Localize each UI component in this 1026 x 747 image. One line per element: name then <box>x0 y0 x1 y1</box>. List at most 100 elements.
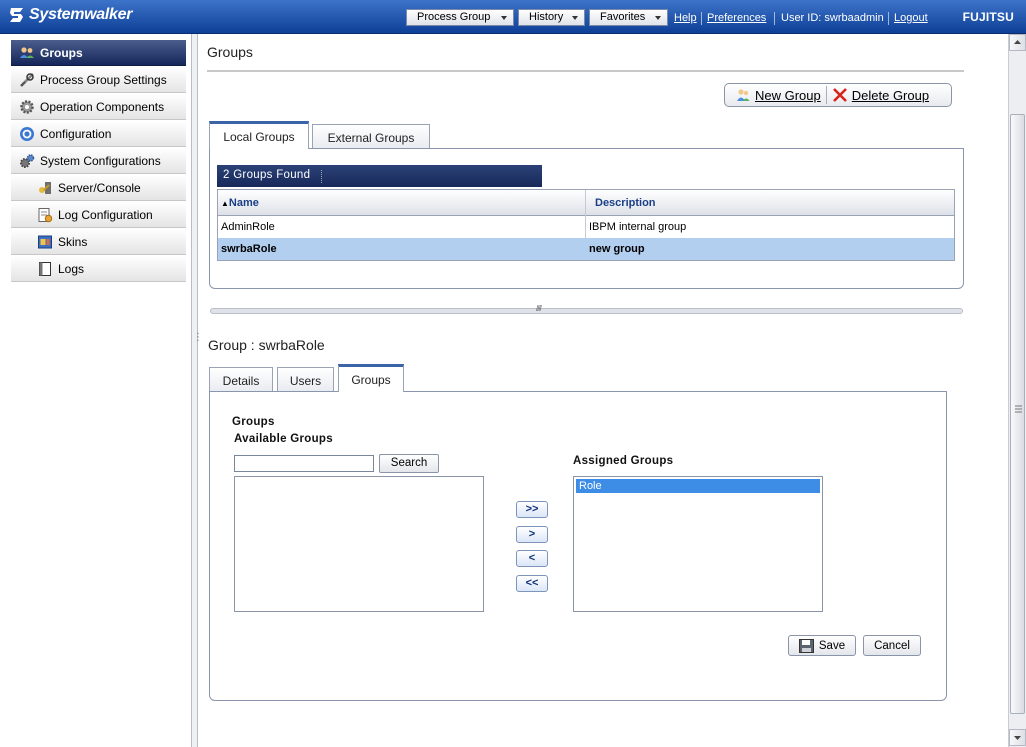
log-config-icon <box>37 207 53 223</box>
app-logo[interactable]: Systemwalker <box>8 6 132 24</box>
groups-table: ▲Name Description AdminRole IBPM interna… <box>217 189 955 261</box>
header-separator <box>888 12 889 25</box>
groups-found-bar: 2 Groups Found <box>217 165 542 187</box>
tab-label: Groups <box>351 372 391 387</box>
logs-book-icon <box>37 261 53 277</box>
history-menu[interactable]: History <box>518 9 585 26</box>
list-item[interactable]: Role <box>576 479 820 493</box>
move-all-left-button[interactable]: << <box>516 575 548 592</box>
assigned-groups-list[interactable]: Role <box>573 476 823 612</box>
preferences-link[interactable]: Preferences <box>707 12 766 24</box>
tab-label: Local Groups <box>223 129 295 144</box>
splitter-grip-icon: //// <box>536 304 542 313</box>
column-header-description[interactable]: Description <box>595 197 656 209</box>
help-link[interactable]: Help <box>674 12 697 24</box>
tab-external-groups[interactable]: External Groups <box>312 124 430 151</box>
horizontal-splitter[interactable]: //// <box>210 304 963 314</box>
groups-section-label: Groups <box>232 416 275 428</box>
scroll-down-arrow-icon[interactable] <box>1009 729 1026 746</box>
fujitsu-brand: FUJITSU <box>962 10 1014 24</box>
table-header: ▲Name Description <box>218 190 954 216</box>
skins-icon <box>37 234 53 250</box>
sidebar-item-label: Server/Console <box>58 180 141 195</box>
process-group-menu[interactable]: Process Group <box>406 9 514 26</box>
tab-local-groups[interactable]: Local Groups <box>209 121 309 149</box>
process-group-menu-label: Process Group <box>417 11 491 23</box>
sidebar-splitter[interactable] <box>191 34 198 747</box>
splitter-grip-icon: ⋮ <box>193 332 203 343</box>
sidebar-item-groups[interactable]: Groups <box>11 40 186 66</box>
app-header: Systemwalker Process Group History Favor… <box>0 0 1026 34</box>
table-row[interactable]: AdminRole IBPM internal group <box>218 216 954 238</box>
search-button[interactable]: Search <box>379 454 439 473</box>
cell-name: swrbaRole <box>221 243 277 255</box>
available-groups-list[interactable] <box>234 476 484 612</box>
new-group-button[interactable]: New Group <box>725 87 821 103</box>
sidebar-item-label: Operation Components <box>40 99 165 114</box>
cancel-button[interactable]: Cancel <box>863 635 921 656</box>
sidebar-item-label: Skins <box>58 234 88 249</box>
header-separator <box>701 12 702 25</box>
sidebar-item-label: System Configurations <box>40 153 161 168</box>
gear-icon <box>19 99 35 115</box>
move-right-button[interactable]: > <box>516 526 548 543</box>
tab-details[interactable]: Details <box>209 367 273 394</box>
sidebar-item-log-configuration[interactable]: Log Configuration <box>11 202 186 228</box>
app-name: Systemwalker <box>29 6 133 23</box>
cell-description: IBPM internal group <box>589 221 687 233</box>
users-icon <box>19 45 35 61</box>
systemwalker-logo-icon <box>10 8 23 22</box>
delete-group-button[interactable]: Delete Group <box>827 87 929 103</box>
delete-group-label: Delete Group <box>851 87 930 103</box>
sidebar-item-label: Logs <box>58 261 85 276</box>
tools-icon <box>19 72 35 88</box>
delete-x-icon <box>832 88 847 102</box>
page-title: Groups <box>207 44 253 60</box>
tab-users[interactable]: Users <box>277 367 334 394</box>
column-header-name-label: Name <box>228 197 259 209</box>
save-button[interactable]: Save <box>788 635 856 656</box>
sidebar-item-label: Configuration <box>40 126 112 141</box>
column-header-name[interactable]: ▲Name <box>221 197 259 209</box>
group-detail-title: Group : swrbaRole <box>208 337 325 353</box>
sidebar-item-label: Log Configuration <box>58 207 153 222</box>
group-search-input[interactable] <box>234 455 374 472</box>
move-all-right-button[interactable]: >> <box>516 501 548 518</box>
sidebar-item-server-console[interactable]: Server/Console <box>11 175 186 201</box>
server-key-icon <box>37 180 53 196</box>
vertical-scrollbar[interactable] <box>1008 34 1026 747</box>
favorites-menu[interactable]: Favorites <box>589 9 668 26</box>
tab-label: Details <box>222 374 260 388</box>
cell-description: new group <box>589 243 645 255</box>
sidebar-item-label: Process Group Settings <box>40 72 167 87</box>
config-icon <box>19 126 35 142</box>
sidebar-item-process-group-settings[interactable]: Process Group Settings <box>11 67 186 93</box>
title-divider <box>207 70 964 72</box>
sidebar-item-label: Groups <box>40 45 83 60</box>
group-actions: New Group Delete Group <box>724 83 952 107</box>
sidebar-item-logs[interactable]: Logs <box>11 256 186 282</box>
sort-ascending-icon: ▲ <box>221 199 229 208</box>
new-group-icon <box>737 89 750 101</box>
sidebar-item-skins[interactable]: Skins <box>11 229 186 255</box>
sidebar-item-system-configurations[interactable]: System Configurations <box>11 148 186 174</box>
user-id-label: User ID: swrbaadmin <box>781 12 884 24</box>
available-groups-label: Available Groups <box>234 433 333 445</box>
logout-link[interactable]: Logout <box>894 12 928 24</box>
sidebar-item-configuration[interactable]: Configuration <box>11 121 186 147</box>
scrollbar-thumb[interactable] <box>1010 114 1025 714</box>
table-row-selected[interactable]: swrbaRole new group <box>218 238 954 260</box>
favorites-menu-label: Favorites <box>600 11 646 23</box>
cell-name: AdminRole <box>221 221 275 233</box>
new-group-label: New Group <box>755 87 821 103</box>
scroll-up-arrow-icon[interactable] <box>1009 34 1026 51</box>
sidebar-item-operation-components[interactable]: Operation Components <box>11 94 186 120</box>
move-left-button[interactable]: < <box>516 550 548 567</box>
history-menu-label: History <box>529 11 564 23</box>
tab-groups[interactable]: Groups <box>338 364 404 392</box>
groups-found-label: 2 Groups Found <box>223 169 311 181</box>
header-separator <box>774 12 775 25</box>
assigned-groups-label: Assigned Groups <box>573 455 674 467</box>
save-label: Save <box>818 639 846 652</box>
tab-label: External Groups <box>327 131 415 145</box>
